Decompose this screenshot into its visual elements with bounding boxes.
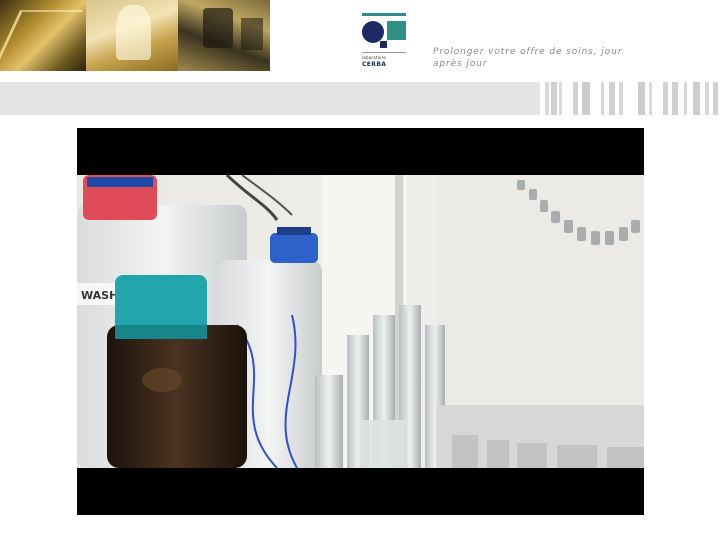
logo-subtitle: laboratoire (362, 55, 386, 60)
logo-bar (362, 13, 406, 16)
logo-square (387, 21, 406, 40)
header-band (0, 82, 540, 115)
video-frame-image[interactable]: WASH (77, 175, 644, 468)
logo-square-small (380, 41, 387, 48)
video-player[interactable]: WASH (77, 128, 644, 515)
barcode-decoration (543, 82, 720, 115)
logo-rule (362, 52, 406, 53)
lab-photo (0, 0, 86, 71)
svg-text:WASH: WASH (81, 289, 118, 302)
lab-photo (178, 0, 270, 71)
tagline: Prolonger votre offre de soins, jour apr… (433, 47, 623, 69)
lab-photo (86, 0, 178, 71)
header-photo-strip (0, 0, 270, 71)
logo-name: CERBA (362, 61, 387, 68)
logo-circle (362, 21, 384, 43)
cerba-logo: laboratoire CERBA (360, 13, 408, 69)
